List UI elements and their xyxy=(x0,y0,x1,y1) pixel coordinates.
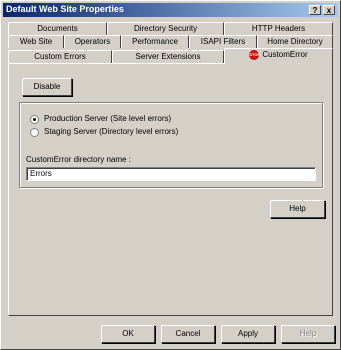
server-mode-group: Production Server (Site level errors) St… xyxy=(19,102,323,188)
radio-selected-dot xyxy=(33,118,36,121)
directory-name-input[interactable]: Errors xyxy=(26,167,316,181)
tab-directory-security[interactable]: Directory Security xyxy=(107,22,224,35)
title-bar[interactable]: Default Web Site Properties ? x xyxy=(3,3,338,17)
tab-customerror[interactable]: STOP CustomError xyxy=(224,48,333,64)
tab-documents[interactable]: Documents xyxy=(8,22,107,35)
tab-customerror-label: CustomError xyxy=(262,50,308,59)
staging-server-label[interactable]: Staging Server (Directory level errors) xyxy=(44,127,178,136)
tab-performance[interactable]: Performance xyxy=(121,35,189,48)
production-server-radio[interactable] xyxy=(30,115,39,124)
tab-web-site[interactable]: Web Site xyxy=(8,35,64,48)
cancel-button[interactable]: Cancel xyxy=(161,325,215,343)
window-title: Default Web Site Properties xyxy=(6,4,124,14)
help-question-button[interactable]: ? xyxy=(309,5,321,15)
properties-dialog: Default Web Site Properties ? x Document… xyxy=(0,0,341,350)
directory-name-label: CustomError directory name : xyxy=(26,155,131,164)
tab-custom-errors[interactable]: Custom Errors xyxy=(8,50,112,63)
help-button[interactable]: Help xyxy=(281,325,335,343)
disable-button[interactable]: Disable xyxy=(22,78,72,96)
tab-home-directory[interactable]: Home Directory xyxy=(257,35,333,48)
production-server-label[interactable]: Production Server (Site level errors) xyxy=(44,114,171,123)
tab-server-extensions[interactable]: Server Extensions xyxy=(112,50,224,63)
stop-sign-icon: STOP xyxy=(249,49,260,60)
apply-button[interactable]: Apply xyxy=(221,325,275,343)
tab-isapi-filters[interactable]: ISAPI Filters xyxy=(189,35,257,48)
staging-server-radio[interactable] xyxy=(30,128,39,137)
tab-operators[interactable]: Operators xyxy=(64,35,121,48)
tab-http-headers[interactable]: HTTP Headers xyxy=(224,22,333,35)
panel-help-button[interactable]: Help xyxy=(270,200,325,218)
ok-button[interactable]: OK xyxy=(101,325,155,343)
close-button[interactable]: x xyxy=(323,5,335,15)
customerror-panel: Disable Production Server (Site level er… xyxy=(8,63,333,316)
